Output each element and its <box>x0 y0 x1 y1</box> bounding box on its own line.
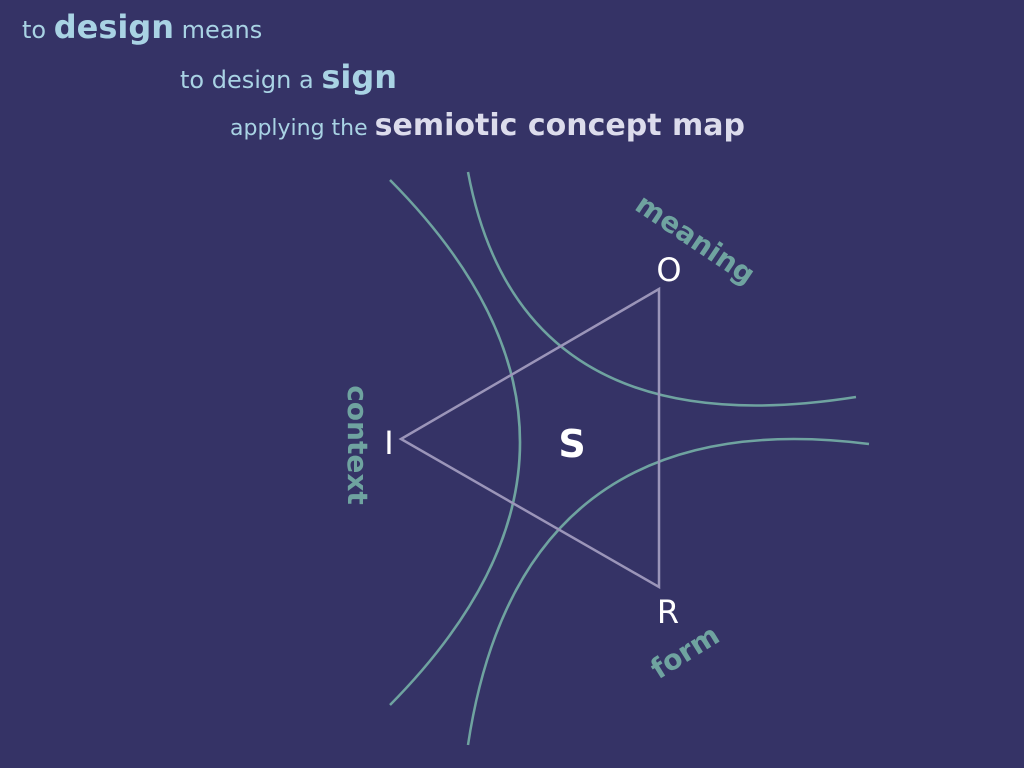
context-dimension-label: context <box>341 385 374 505</box>
form-boundary-curve <box>466 437 870 746</box>
meaning-dimension-label: meaning <box>629 187 761 291</box>
sign-center-label: S <box>558 422 585 466</box>
semiotic-triangle <box>398 286 661 590</box>
interpretant-vertex-label: I <box>384 424 393 462</box>
object-vertex-label: O <box>656 251 681 289</box>
representamen-vertex-label: R <box>657 593 679 631</box>
semiotic-diagram: O I R S meaning context form <box>341 171 870 746</box>
